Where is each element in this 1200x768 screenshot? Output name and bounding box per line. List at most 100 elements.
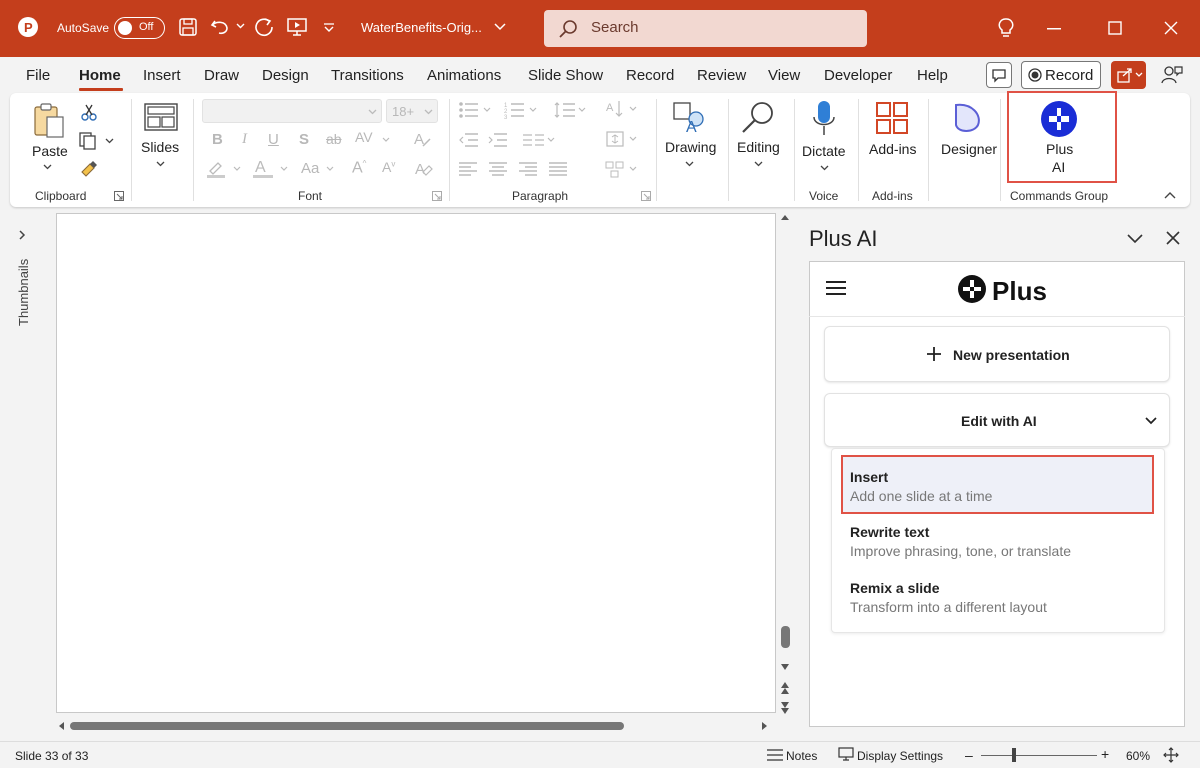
smartart-icon[interactable] <box>605 159 641 179</box>
edit-with-ai-dropdown[interactable]: Edit with AI <box>824 393 1170 447</box>
maximize-icon[interactable] <box>1108 21 1122 35</box>
new-slide-icon[interactable] <box>144 103 178 133</box>
close-window-icon[interactable] <box>1164 21 1178 35</box>
option-remix-subtitle[interactable]: Transform into a different layout <box>850 599 1047 615</box>
tab-review[interactable]: Review <box>697 67 746 84</box>
text-direction-icon[interactable]: A <box>605 99 641 119</box>
copy-icon[interactable] <box>78 131 98 151</box>
clipboard-launcher-icon[interactable] <box>114 191 124 201</box>
option-insert-subtitle[interactable]: Add one slide at a time <box>850 488 992 504</box>
tab-record[interactable]: Record <box>626 67 674 84</box>
record-button[interactable]: Record <box>1021 61 1101 89</box>
tab-view[interactable]: View <box>768 67 800 84</box>
plus-ai-label-line1[interactable]: Plus <box>1046 141 1073 157</box>
option-rewrite-subtitle[interactable]: Improve phrasing, tone, or translate <box>850 543 1071 559</box>
font-size-select[interactable]: 18+ <box>386 99 438 123</box>
line-spacing-icon[interactable] <box>554 101 590 119</box>
tab-developer[interactable]: Developer <box>824 67 892 84</box>
option-rewrite-title[interactable]: Rewrite text <box>850 524 929 540</box>
coauthor-icon[interactable] <box>1160 63 1184 87</box>
search-box[interactable]: Search <box>544 10 867 47</box>
share-button[interactable] <box>1111 61 1146 89</box>
character-spacing-icon[interactable]: AV <box>355 129 373 145</box>
font-launcher-icon[interactable] <box>432 191 442 201</box>
new-presentation-button[interactable]: New presentation <box>824 326 1170 382</box>
decrease-font-icon[interactable]: Av <box>382 159 395 175</box>
paste-icon[interactable] <box>32 101 66 139</box>
tab-file[interactable]: File <box>26 67 50 84</box>
text-shadow-icon[interactable]: S <box>299 131 309 148</box>
expand-thumbnails-icon[interactable] <box>17 229 27 241</box>
lightbulb-icon[interactable] <box>996 17 1016 39</box>
copy-dropdown-icon[interactable] <box>105 137 114 144</box>
tab-insert[interactable]: Insert <box>143 67 181 84</box>
slides-dropdown-icon[interactable] <box>156 160 165 167</box>
designer-icon[interactable] <box>950 101 984 135</box>
strikethrough-icon[interactable]: ab <box>326 131 342 147</box>
addins-label[interactable]: Add-ins <box>869 141 916 157</box>
bullets-icon[interactable] <box>458 101 498 119</box>
display-settings-button[interactable]: Display Settings <box>857 749 943 763</box>
slides-label[interactable]: Slides <box>141 139 179 155</box>
pane-close-icon[interactable] <box>1166 231 1180 245</box>
drawing-label[interactable]: Drawing <box>665 139 716 155</box>
horizontal-scrollbar[interactable] <box>56 718 776 734</box>
clear-format-eraser-icon[interactable]: A <box>414 159 434 179</box>
slide-canvas[interactable] <box>56 213 776 713</box>
paste-label[interactable]: Paste <box>32 143 68 159</box>
document-title[interactable]: WaterBenefits-Orig... <box>361 20 482 35</box>
font-color-dropdown-icon[interactable] <box>280 166 288 172</box>
designer-label[interactable]: Designer <box>941 141 997 157</box>
microphone-icon[interactable] <box>810 99 838 139</box>
present-icon[interactable] <box>286 16 308 38</box>
change-case-icon[interactable]: Aa <box>301 160 319 177</box>
numbering-icon[interactable]: 123 <box>504 101 544 119</box>
tab-transitions[interactable]: Transitions <box>331 67 404 84</box>
thumbnails-label[interactable]: Thumbnails <box>16 259 31 326</box>
display-settings-icon[interactable] <box>838 747 854 761</box>
redo-icon[interactable] <box>253 16 275 38</box>
zoom-slider-track[interactable] <box>981 755 1097 756</box>
editing-label[interactable]: Editing <box>737 139 780 155</box>
dictate-dropdown-icon[interactable] <box>820 164 829 171</box>
paste-dropdown-icon[interactable] <box>43 163 52 170</box>
decrease-indent-icon[interactable] <box>458 131 480 149</box>
clear-formatting-icon[interactable]: A <box>412 129 432 149</box>
fit-to-window-icon[interactable] <box>1163 747 1179 763</box>
italic-icon[interactable]: I <box>242 131 247 148</box>
addins-icon[interactable] <box>875 101 909 135</box>
tab-animations[interactable]: Animations <box>427 67 501 84</box>
notes-icon[interactable] <box>766 748 784 762</box>
spacing-dropdown-icon[interactable] <box>382 137 390 143</box>
notes-button[interactable]: Notes <box>786 749 817 763</box>
comments-button[interactable] <box>986 62 1012 88</box>
autosave-toggle[interactable]: Off <box>114 17 165 39</box>
zoom-out-button[interactable]: – <box>965 747 973 763</box>
undo-dropdown-icon[interactable] <box>236 21 245 30</box>
tab-draw[interactable]: Draw <box>204 67 239 84</box>
columns-icon[interactable] <box>522 133 556 147</box>
hamburger-menu-icon[interactable] <box>826 280 846 296</box>
highlight-dropdown-icon[interactable] <box>233 166 241 172</box>
undo-icon[interactable] <box>210 17 232 37</box>
justify-icon[interactable] <box>548 161 568 177</box>
cut-icon[interactable] <box>80 103 98 121</box>
tab-home[interactable]: Home <box>79 67 121 84</box>
title-dropdown-icon[interactable] <box>494 22 506 32</box>
tab-help[interactable]: Help <box>917 67 948 84</box>
minimize-icon[interactable] <box>1047 28 1061 30</box>
highlight-icon[interactable] <box>206 159 228 179</box>
zoom-level[interactable]: 60% <box>1126 749 1150 763</box>
align-right-icon[interactable] <box>518 161 538 177</box>
zoom-slider-thumb[interactable] <box>1012 748 1016 762</box>
plus-ai-label-line2[interactable]: AI <box>1052 159 1065 175</box>
bold-icon[interactable]: B <box>212 131 223 148</box>
tab-slide-show[interactable]: Slide Show <box>528 67 603 84</box>
plus-ai-logo-icon[interactable] <box>1041 101 1077 137</box>
format-painter-icon[interactable] <box>79 159 99 179</box>
vertical-scrollbar[interactable] <box>778 212 792 718</box>
customize-qat-icon[interactable] <box>323 23 335 33</box>
paragraph-launcher-icon[interactable] <box>641 191 651 201</box>
editing-search-icon[interactable] <box>738 99 778 135</box>
font-color-icon[interactable]: A <box>252 157 274 179</box>
